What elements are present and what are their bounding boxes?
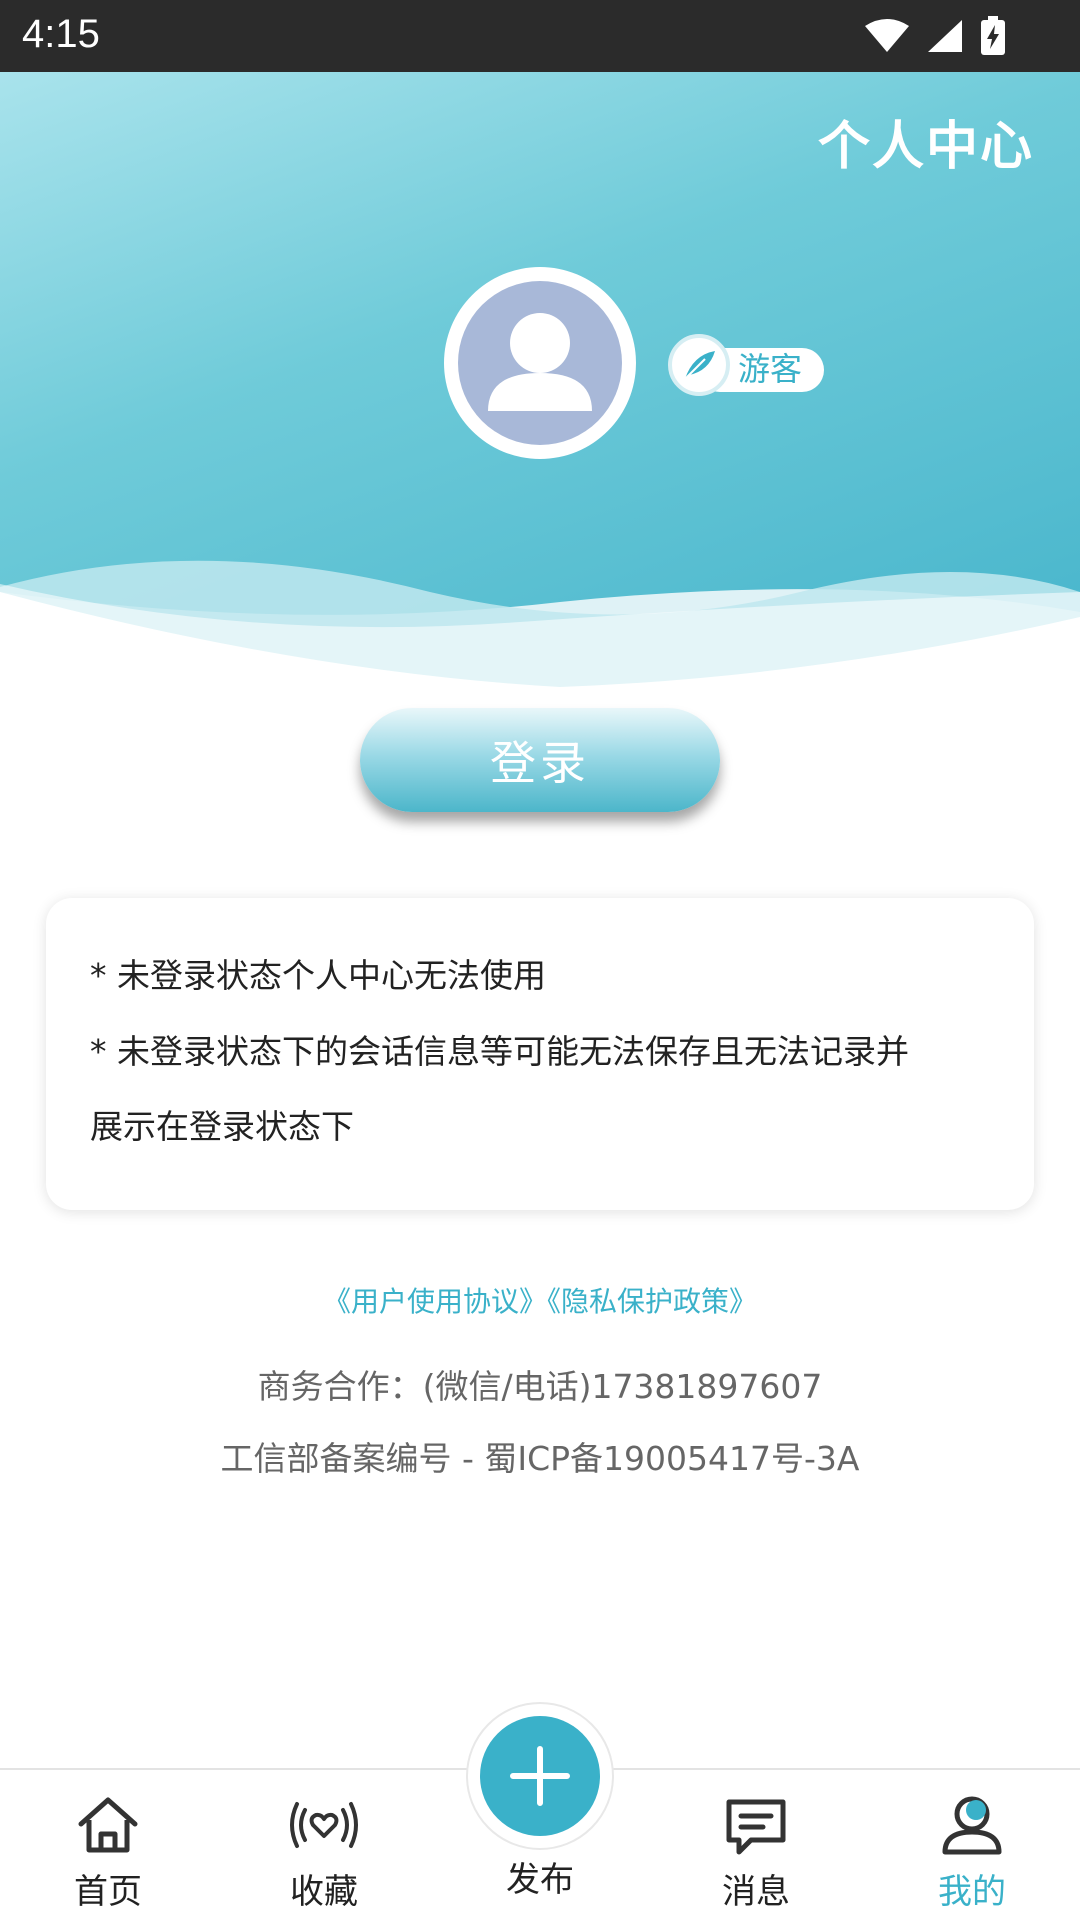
publish-button[interactable] [480, 1716, 600, 1836]
business-contact: 商务合作：(微信/电话)17381897607 [257, 1367, 823, 1406]
page-title: 个人中心 [817, 117, 1034, 177]
user-agreement-link[interactable]: 《用户使用协议》 [323, 1285, 547, 1318]
notice-line-2: * 未登录状态下的会话信息等可能无法保存且无法记录并 [90, 1032, 909, 1071]
notice-line-3: 展示在登录状态下 [90, 1107, 354, 1146]
broadcast-heart-icon [289, 1790, 359, 1860]
avatar[interactable] [444, 267, 636, 459]
wifi-icon [865, 19, 909, 52]
status-bar: 4:15 [0, 0, 1080, 72]
guest-badge: 游客 [668, 334, 824, 396]
nav-label-home: 首页 [74, 1872, 142, 1912]
nav-label-messages: 消息 [722, 1872, 790, 1912]
feather-icon [668, 334, 730, 396]
plus-icon [510, 1746, 570, 1806]
status-icons [864, 16, 1006, 56]
notice-line-1: * 未登录状态个人中心无法使用 [90, 956, 546, 995]
screen: 4:15 个人中心 游客 登录 * 未登录状态个人中心无法使用 * 未登录状态下… [0, 0, 1080, 1920]
battery-charging-icon [981, 16, 1005, 55]
message-icon [721, 1790, 791, 1860]
nav-item-favorites[interactable]: 收藏 [216, 1790, 432, 1918]
profile-header: 个人中心 游客 [0, 72, 1080, 692]
nav-label-publish: 发布 [506, 1860, 574, 1900]
home-icon [73, 1790, 143, 1860]
guest-label: 游客 [738, 350, 803, 388]
nav-label-favorites: 收藏 [290, 1872, 358, 1912]
signal-icon [928, 20, 962, 52]
login-notice-card: * 未登录状态个人中心无法使用 * 未登录状态下的会话信息等可能无法保存且无法记… [46, 898, 1034, 1210]
nav-item-mine[interactable]: 我的 [864, 1790, 1080, 1918]
policy-links: 《用户使用协议》《隐私保护政策》 [0, 1280, 1080, 1320]
nav-label-mine: 我的 [938, 1872, 1006, 1912]
profile-icon [937, 1790, 1007, 1860]
nav-item-messages[interactable]: 消息 [648, 1790, 864, 1918]
nav-item-home[interactable]: 首页 [0, 1790, 216, 1918]
icp-record: 工信部备案编号 - 蜀ICP备19005417号-3A [220, 1439, 860, 1478]
login-button[interactable]: 登录 [360, 708, 720, 812]
user-avatar-icon [458, 281, 622, 445]
status-time: 4:15 [22, 12, 100, 56]
privacy-policy-link[interactable]: 《隐私保护政策》 [547, 1285, 757, 1318]
